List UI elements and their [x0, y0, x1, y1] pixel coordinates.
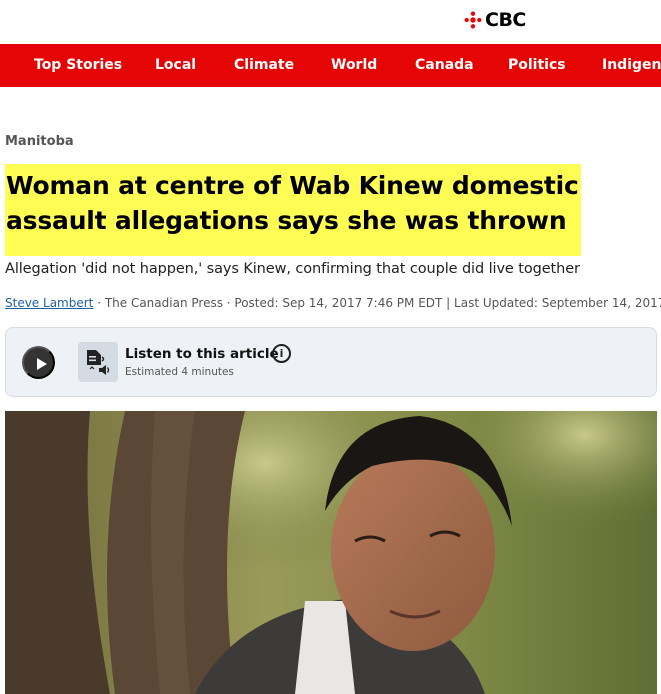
listen-title: Listen to this article [125, 346, 279, 362]
info-icon[interactable]: i [272, 344, 291, 363]
headline-highlight: Woman at centre of Wab Kinew domestic as… [5, 164, 581, 256]
author-link[interactable]: Steve Lambert [5, 296, 93, 310]
section-label[interactable]: Manitoba [5, 134, 74, 149]
byline: Steve Lambert · The Canadian Press · Pos… [5, 296, 661, 310]
brand-wordmark: CBC [485, 9, 526, 31]
nav-item-world[interactable]: World [331, 44, 377, 87]
top-bar: CBC [0, 0, 661, 44]
play-button[interactable] [22, 346, 55, 379]
article-photo[interactable] [5, 411, 657, 694]
nav-item-local[interactable]: Local [155, 44, 196, 87]
nav-item-climate[interactable]: Climate [234, 44, 294, 87]
article-headline: Woman at centre of Wab Kinew domestic as… [5, 168, 581, 238]
cbc-logo[interactable]: CBC [464, 9, 526, 31]
audio-document-icon [78, 342, 118, 382]
headline-line-2: assault allegations says she was thrown [6, 206, 567, 235]
cbc-gem-icon [464, 11, 482, 29]
headline-line-1: Woman at centre of Wab Kinew domestic [6, 171, 579, 200]
listen-to-article-widget: Listen to this article i Estimated 4 min… [5, 327, 657, 397]
byline-meta: · The Canadian Press · Posted: Sep 14, 2… [93, 296, 661, 310]
nav-item-top-stories[interactable]: Top Stories [34, 44, 122, 87]
nav-item-politics[interactable]: Politics [508, 44, 566, 87]
listen-duration: Estimated 4 minutes [125, 366, 234, 378]
main-navigation: Top Stories Local Climate World Canada P… [0, 44, 661, 87]
nav-item-indigenous[interactable]: Indigenous [602, 44, 661, 87]
article-deck: Allegation 'did not happen,' says Kinew,… [5, 261, 580, 277]
nav-item-canada[interactable]: Canada [415, 44, 474, 87]
